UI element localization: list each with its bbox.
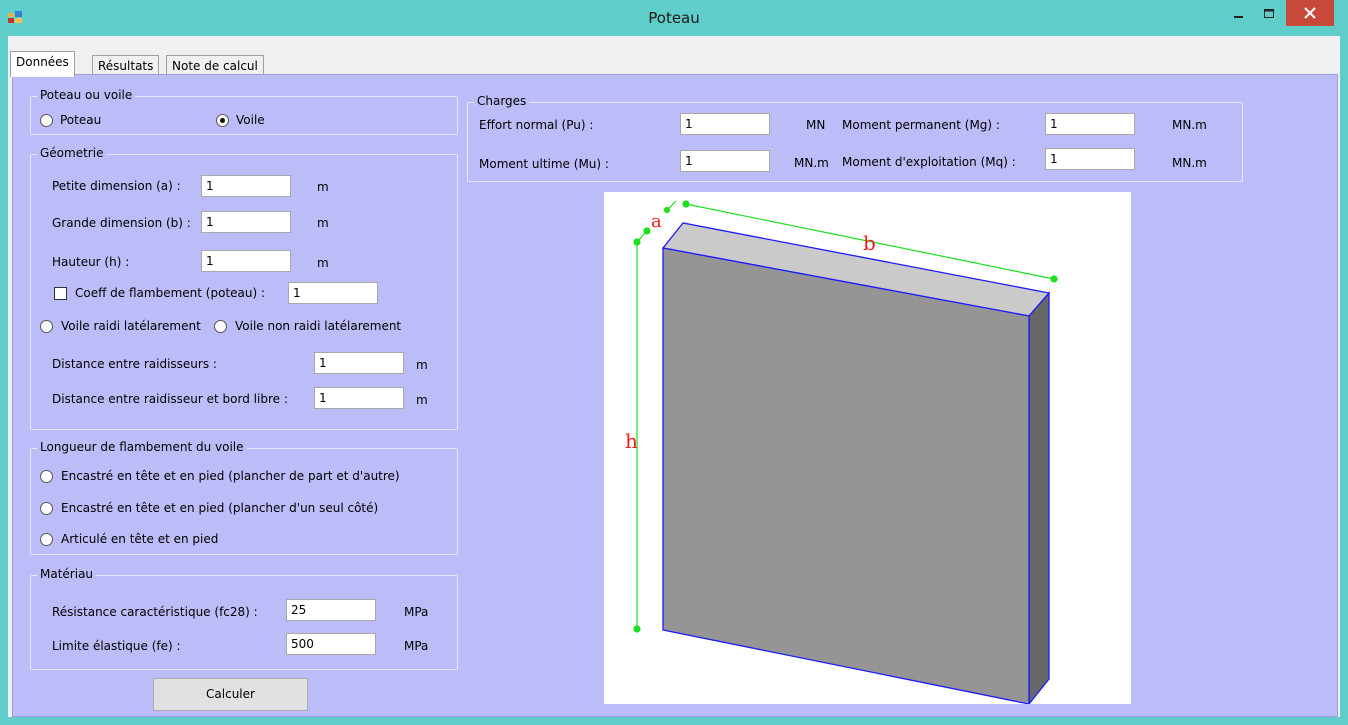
b-input[interactable]: 1 <box>201 211 291 233</box>
minimize-icon <box>1234 16 1243 18</box>
minimize-button[interactable] <box>1224 0 1254 28</box>
distance-raidisseurs-label: Distance entre raidisseurs : <box>52 357 217 371</box>
voile-non-raidi-label: Voile non raidi latélarement <box>235 319 402 333</box>
fe-input[interactable]: 500 <box>286 633 376 655</box>
tab-donnees[interactable]: Données <box>10 51 75 77</box>
pu-label: Effort normal (Pu) : <box>479 118 594 132</box>
voile-raidi-label: Voile raidi latélarement <box>61 319 201 333</box>
mg-label: Moment permanent (Mg) : <box>842 118 1000 132</box>
poteau-radio[interactable] <box>40 114 53 127</box>
tab-resultats[interactable]: Résultats <box>92 55 160 76</box>
poteau-label: Poteau <box>60 113 102 127</box>
tab-note-de-calcul[interactable]: Note de calcul <box>166 55 264 76</box>
flambement-option-3-radio[interactable] <box>40 533 53 546</box>
h-unit: m <box>317 256 329 270</box>
b-unit: m <box>317 216 329 230</box>
mu-label: Moment ultime (Mu) : <box>479 157 609 171</box>
calculer-button[interactable]: Calculer <box>153 678 308 711</box>
mu-unit: MN.m <box>794 156 829 170</box>
flambement-option-2-label: Encastré en tête et en pied (plancher d'… <box>61 501 379 515</box>
flambement-option-1-radio[interactable] <box>40 470 53 483</box>
b-label: Grande dimension (b) : <box>52 216 191 230</box>
pu-input[interactable]: 1 <box>680 113 770 135</box>
materiau-group: Matériau <box>30 567 458 670</box>
dimension-h-label: h <box>625 429 638 453</box>
title-bar: Poteau <box>0 0 1348 36</box>
maximize-button[interactable] <box>1254 0 1284 28</box>
a-unit: m <box>317 180 329 194</box>
window-title: Poteau <box>648 9 700 27</box>
type-group-legend: Poteau ou voile <box>37 88 136 102</box>
distance-raidisseurs-input[interactable]: 1 <box>314 352 404 374</box>
mq-unit: MN.m <box>1172 156 1207 170</box>
fe-unit: MPa <box>404 639 429 653</box>
mg-unit: MN.m <box>1172 118 1207 132</box>
flambement-option-3-label: Articulé en tête et en pied <box>61 532 219 546</box>
charges-legend: Charges <box>474 94 530 108</box>
wall-side-face <box>1028 291 1050 706</box>
materiau-legend: Matériau <box>37 567 97 581</box>
distance-bord-label: Distance entre raidisseur et bord libre … <box>52 392 288 406</box>
dimension-b-label: b <box>863 231 876 255</box>
h-input[interactable]: 1 <box>201 250 291 272</box>
distance-bord-unit: m <box>416 393 428 407</box>
a-input[interactable]: 1 <box>201 175 291 197</box>
maximize-icon <box>1263 9 1274 18</box>
close-button[interactable] <box>1286 0 1334 26</box>
pu-unit: MN <box>806 118 826 132</box>
close-icon <box>1304 7 1316 19</box>
wall-diagram-svg: a b h <box>625 200 1058 706</box>
wall-front-face <box>662 247 1030 705</box>
coeff-label: Coeff de flambement (poteau) : <box>75 286 266 300</box>
mq-input[interactable]: 1 <box>1045 148 1135 170</box>
mu-input[interactable]: 1 <box>680 150 770 172</box>
dimension-a-label: a <box>651 211 662 232</box>
geometrie-legend: Géometrie <box>37 146 107 160</box>
flambement-option-2-radio[interactable] <box>40 502 53 515</box>
voile-raidi-radio[interactable] <box>40 320 53 333</box>
flambement-option-1-label: Encastré en tête et en pied (plancher de… <box>61 469 400 483</box>
flambement-legend: Longueur de flambement du voile <box>37 440 247 454</box>
h-label: Hauteur (h) : <box>52 255 130 269</box>
fe-label: Limite élastique (fe) : <box>52 639 181 653</box>
wall-diagram: a b h <box>604 192 1131 706</box>
mg-input[interactable]: 1 <box>1045 113 1135 135</box>
coeff-input[interactable]: 1 <box>288 282 378 304</box>
a-label: Petite dimension (a) : <box>52 179 181 193</box>
fc28-unit: MPa <box>404 605 429 619</box>
mq-label: Moment d'exploitation (Mq) : <box>842 155 1016 169</box>
fc28-input[interactable]: 25 <box>286 599 376 621</box>
voile-non-raidi-radio[interactable] <box>214 320 227 333</box>
voile-radio[interactable] <box>216 114 229 127</box>
fc28-label: Résistance caractéristique (fc28) : <box>52 605 258 619</box>
voile-label: Voile <box>236 113 265 127</box>
distance-raidisseurs-unit: m <box>416 358 428 372</box>
distance-bord-input[interactable]: 1 <box>314 387 404 409</box>
coeff-checkbox[interactable] <box>54 287 67 300</box>
